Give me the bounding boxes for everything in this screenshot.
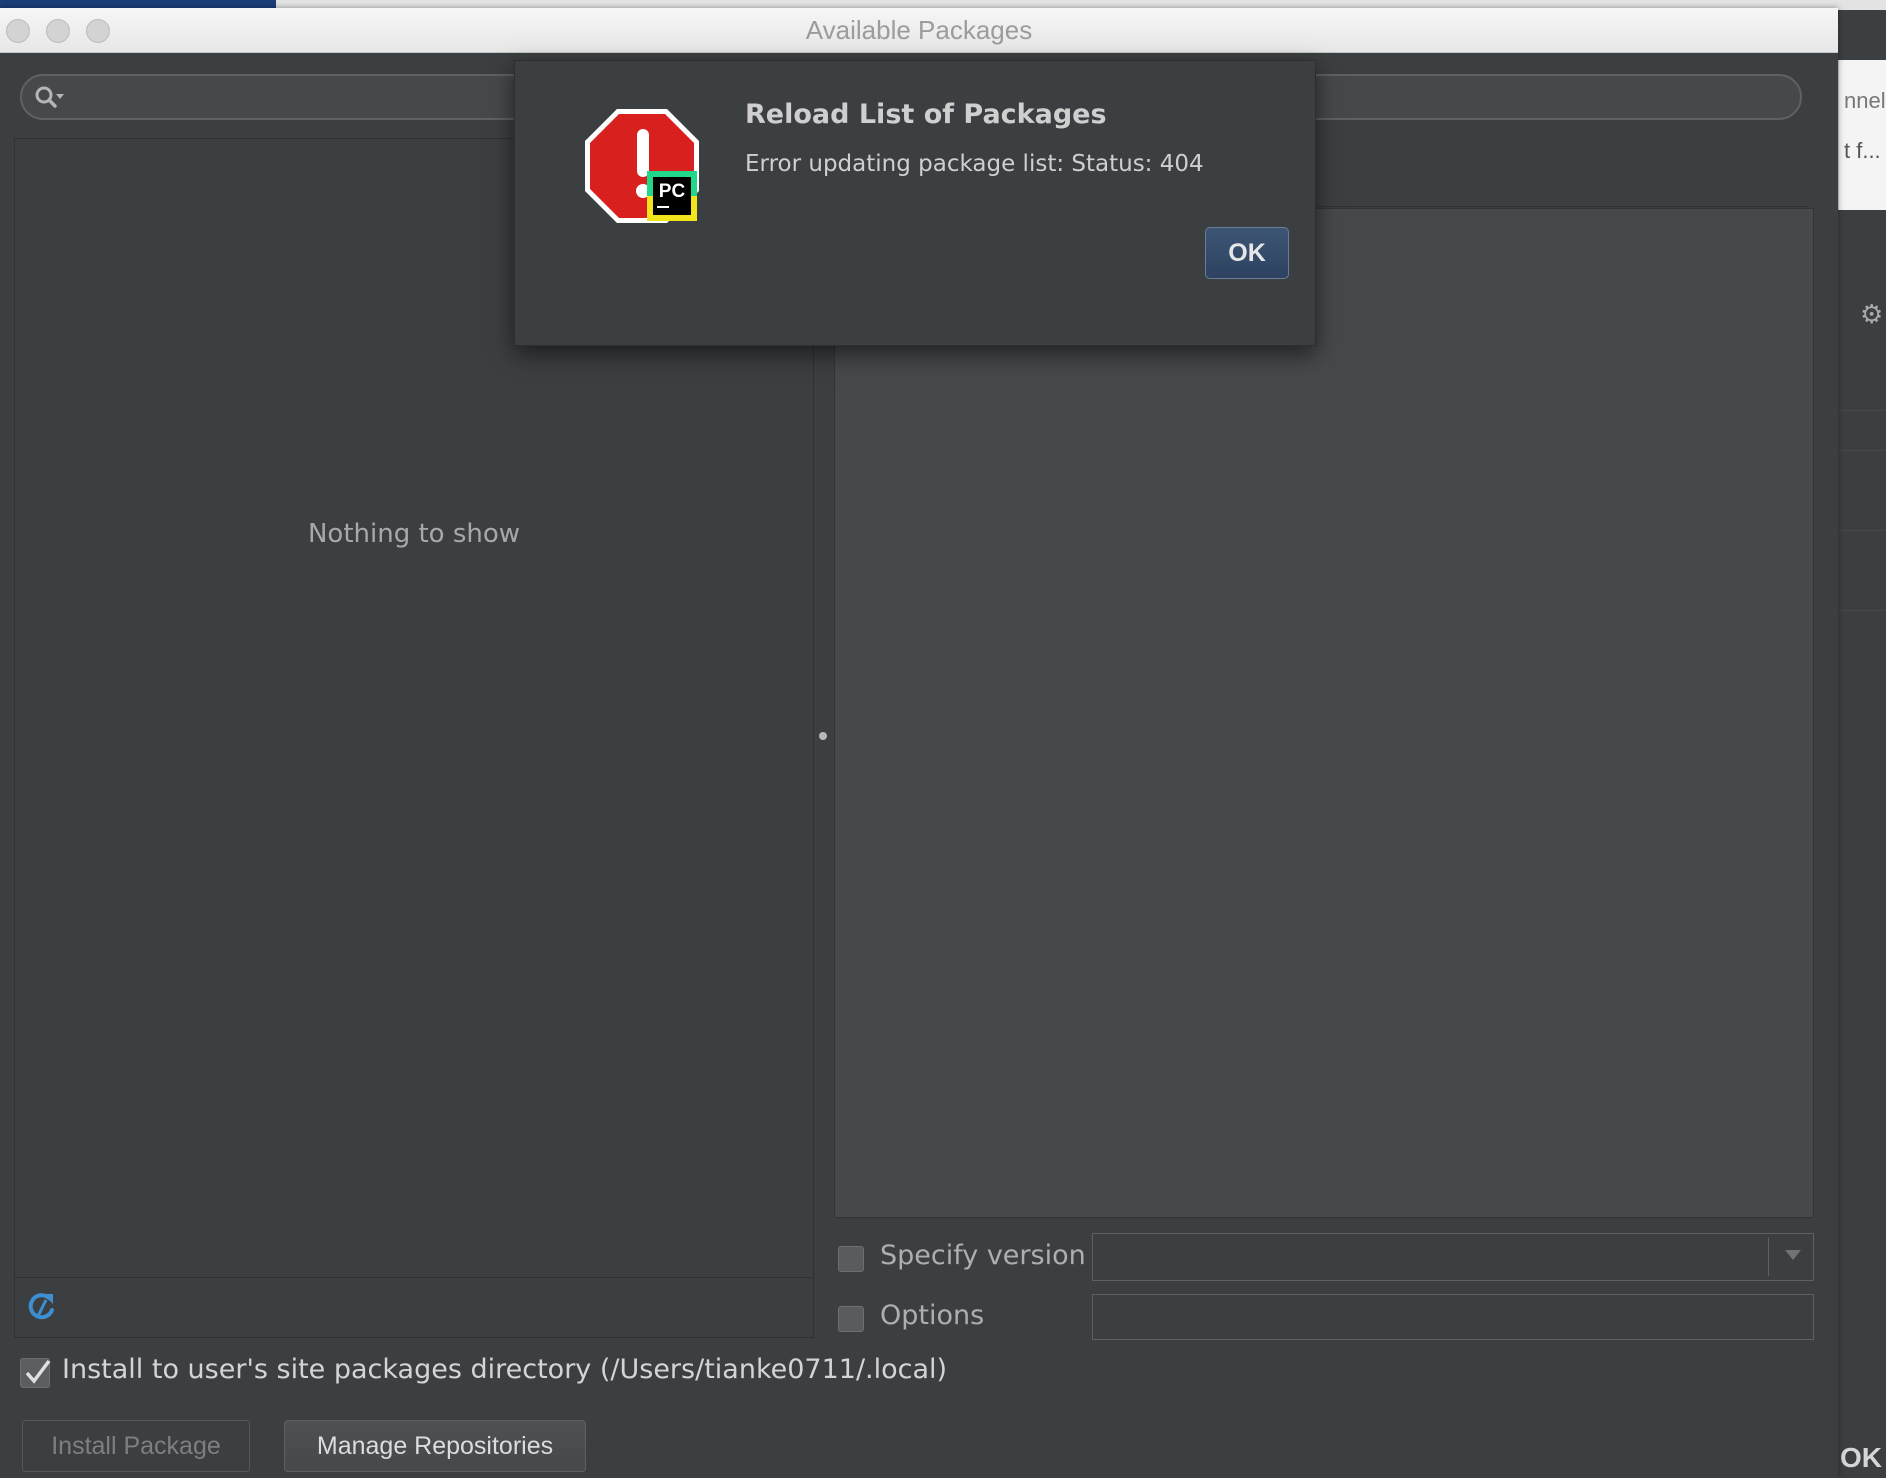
background-divider [1838, 410, 1886, 411]
chevron-down-icon[interactable] [1785, 1250, 1801, 1260]
error-dialog: PC Reload List of Packages Error updatin… [514, 60, 1316, 346]
checkmark-icon [25, 1359, 51, 1384]
window-title: Available Packages [805, 15, 1033, 45]
options-input[interactable] [1092, 1294, 1814, 1340]
package-list-toolbar [15, 1277, 813, 1338]
gear-icon: ⚙ [1860, 300, 1884, 330]
install-user-site-label: Install to user's site packages director… [62, 1354, 948, 1385]
install-user-site-checkbox[interactable] [20, 1358, 51, 1388]
dialog-title: Reload List of Packages [745, 99, 1107, 130]
available-packages-window: Available Packages Nothing to show Speci… [0, 8, 1838, 1478]
refresh-icon[interactable] [25, 1290, 59, 1324]
background-app-panel: nnel t f... ⚙ OK [1838, 10, 1886, 1478]
background-divider [1838, 450, 1886, 451]
background-app-text-1: nnel [1844, 88, 1886, 113]
background-divider [1838, 530, 1886, 531]
background-ok-button: OK [1840, 1442, 1882, 1473]
specify-version-checkbox[interactable] [838, 1246, 864, 1272]
background-app-light-area [1838, 60, 1886, 210]
options-checkbox[interactable] [838, 1306, 864, 1332]
manage-repositories-button[interactable]: Manage Repositories [284, 1420, 586, 1472]
background-app-text-2: t f... [1844, 138, 1881, 163]
options-label: Options [880, 1300, 985, 1331]
install-package-button[interactable]: Install Package [22, 1420, 250, 1472]
version-select-divider [1768, 1238, 1769, 1276]
search-icon[interactable] [32, 82, 64, 114]
dialog-message: Error updating package list: Status: 404 [745, 151, 1204, 177]
splitter-handle[interactable] [819, 732, 827, 740]
error-stop-icon: PC [585, 109, 699, 223]
title-bar: Available Packages [0, 8, 1838, 53]
package-description-area [834, 208, 1814, 1218]
version-select[interactable] [1092, 1233, 1814, 1281]
specify-version-label: Specify version [880, 1240, 1086, 1271]
background-divider [1838, 610, 1886, 611]
background-app-tab [0, 0, 276, 8]
empty-list-text: Nothing to show [307, 519, 521, 549]
pycharm-badge-text: PC [659, 181, 686, 202]
ok-button[interactable]: OK [1205, 227, 1289, 279]
